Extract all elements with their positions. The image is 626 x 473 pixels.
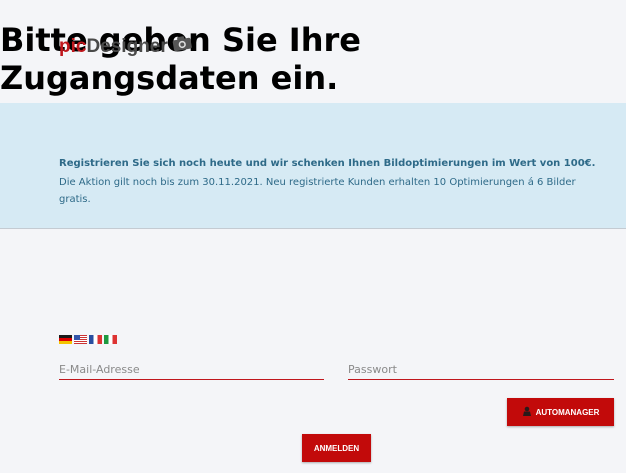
- logo[interactable]: pic Designer: [59, 35, 193, 59]
- flag-en-icon[interactable]: [74, 335, 87, 345]
- email-field[interactable]: E-Mail-Adresse: [59, 359, 324, 381]
- flag-it-icon[interactable]: [104, 335, 117, 345]
- promo-headline: Registrieren Sie sich noch heute und wir…: [59, 158, 596, 170]
- automanager-button[interactable]: AUTOMANAGER: [507, 398, 614, 427]
- password-field[interactable]: Passwort: [348, 359, 614, 381]
- flag-fr-icon[interactable]: [89, 335, 102, 345]
- email-placeholder: E-Mail-Adresse: [59, 362, 140, 376]
- promo-text: Die Aktion gilt noch bis zum 30.11.2021.…: [59, 177, 576, 206]
- logo-pic: pic: [59, 36, 87, 58]
- automanager-label: AUTOMANAGER: [535, 407, 600, 417]
- person-icon: [522, 406, 532, 418]
- language-selector: [59, 335, 117, 345]
- flag-de-icon[interactable]: [59, 335, 72, 345]
- login-button[interactable]: ANMELDEN: [302, 434, 371, 463]
- camera-icon: [171, 35, 193, 55]
- password-placeholder: Passwort: [348, 362, 397, 376]
- logo-designer: Designer: [86, 36, 168, 58]
- page-title: Bitte geben Sie Ihre Zugangsdaten ein.: [0, 21, 361, 98]
